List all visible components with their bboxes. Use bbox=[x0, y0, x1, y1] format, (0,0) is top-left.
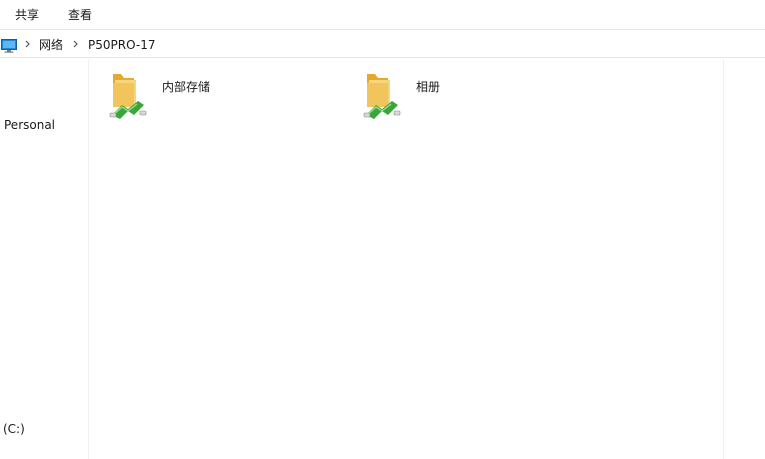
computer-icon bbox=[1, 38, 17, 53]
tab-share[interactable]: 共享 bbox=[13, 7, 41, 23]
chevron-right-icon[interactable] bbox=[24, 37, 32, 51]
folder-item-internal-storage[interactable]: 内部存储 bbox=[108, 71, 248, 121]
explorer-window: 共享 查看 网络 P50PRO-17 Personal (C:) 内部存储 相册 bbox=[0, 0, 765, 459]
tab-view[interactable]: 查看 bbox=[66, 7, 94, 23]
chevron-right-icon[interactable] bbox=[72, 37, 80, 51]
network-folder-icon bbox=[108, 71, 148, 119]
navigation-pane: Personal (C:) bbox=[0, 59, 89, 459]
breadcrumb-network[interactable]: 网络 bbox=[39, 37, 63, 53]
breadcrumb-device[interactable]: P50PRO-17 bbox=[88, 37, 155, 53]
folder-label: 内部存储 bbox=[162, 80, 211, 94]
nav-item-personal[interactable]: Personal bbox=[4, 117, 55, 133]
address-bar[interactable]: 网络 P50PRO-17 bbox=[0, 34, 765, 58]
file-list: 内部存储 相册 bbox=[90, 59, 723, 459]
folder-label: 相册 bbox=[416, 80, 441, 94]
network-folder-icon bbox=[362, 71, 402, 119]
folder-item-album[interactable]: 相册 bbox=[362, 71, 502, 121]
pane-divider bbox=[723, 59, 724, 459]
ribbon: 共享 查看 bbox=[0, 0, 765, 30]
nav-item-c-drive[interactable]: (C:) bbox=[3, 421, 25, 437]
